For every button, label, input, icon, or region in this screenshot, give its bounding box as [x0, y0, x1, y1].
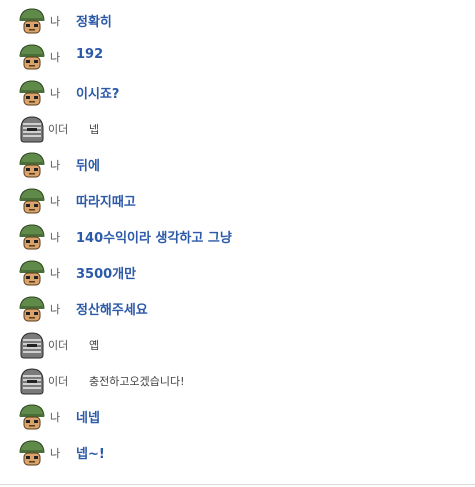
- chat-message-row: 나 192: [0, 38, 475, 74]
- sender-name: 나: [50, 447, 61, 460]
- helmet-avatar-icon: [18, 115, 46, 143]
- sender-name: 이더: [48, 123, 69, 136]
- soldier-avatar-icon: [18, 187, 46, 215]
- soldier-avatar-icon: [18, 43, 46, 71]
- chat-message-row: 나 140수익이라 생각하고 그냥: [0, 218, 475, 254]
- soldier-avatar-icon: [18, 439, 46, 467]
- message-text: 따라지때고: [76, 195, 136, 210]
- sender-name: 나: [50, 51, 61, 64]
- sender-name: 이더: [48, 375, 69, 388]
- message-text: 이시죠?: [76, 87, 120, 102]
- message-text: 3500개만: [76, 267, 137, 282]
- chat-log: 나 정확히 나 192 나 이시죠? 이더 넵 나 뒤에 나 따라지때고 나 1…: [0, 2, 475, 470]
- message-text: 뒤에: [76, 159, 100, 174]
- chat-message-row: 나 3500개만: [0, 254, 475, 290]
- sender-name: 나: [50, 267, 61, 280]
- sender-name: 나: [50, 411, 61, 424]
- message-text: 충전하고오겠습니다!: [89, 375, 185, 388]
- message-text: 넵~!: [76, 447, 105, 462]
- message-text: 정확히: [76, 15, 112, 30]
- chat-message-row: 이더 넵: [0, 110, 475, 146]
- chat-message-row: 나 따라지때고: [0, 182, 475, 218]
- message-text: 네넵: [76, 411, 100, 426]
- soldier-avatar-icon: [18, 7, 46, 35]
- chat-message-row: 나 넵~!: [0, 434, 475, 470]
- soldier-avatar-icon: [18, 259, 46, 287]
- sender-name: 나: [50, 231, 61, 244]
- chat-message-row: 나 정산해주세요: [0, 290, 475, 326]
- message-text: 옙: [89, 339, 100, 352]
- message-text: 정산해주세요: [76, 303, 148, 318]
- message-text: 140수익이라 생각하고 그냥: [76, 231, 232, 246]
- chat-message-row: 이더 옙: [0, 326, 475, 362]
- helmet-avatar-icon: [18, 367, 46, 395]
- soldier-avatar-icon: [18, 295, 46, 323]
- soldier-avatar-icon: [18, 403, 46, 431]
- sender-name: 나: [50, 159, 61, 172]
- sender-name: 나: [50, 195, 61, 208]
- message-text: 넵: [89, 123, 100, 136]
- chat-message-row: 나 이시죠?: [0, 74, 475, 110]
- chat-message-row: 나 뒤에: [0, 146, 475, 182]
- sender-name: 나: [50, 87, 61, 100]
- sender-name: 이더: [48, 339, 69, 352]
- chat-message-row: 이더 충전하고오겠습니다!: [0, 362, 475, 398]
- soldier-avatar-icon: [18, 79, 46, 107]
- sender-name: 나: [50, 303, 61, 316]
- sender-name: 나: [50, 15, 61, 28]
- soldier-avatar-icon: [18, 151, 46, 179]
- soldier-avatar-icon: [18, 223, 46, 251]
- chat-message-row: 나 네넵: [0, 398, 475, 434]
- chat-message-row: 나 정확히: [0, 2, 475, 38]
- helmet-avatar-icon: [18, 331, 46, 359]
- bottom-divider: [0, 484, 475, 485]
- message-text: 192: [76, 47, 104, 62]
